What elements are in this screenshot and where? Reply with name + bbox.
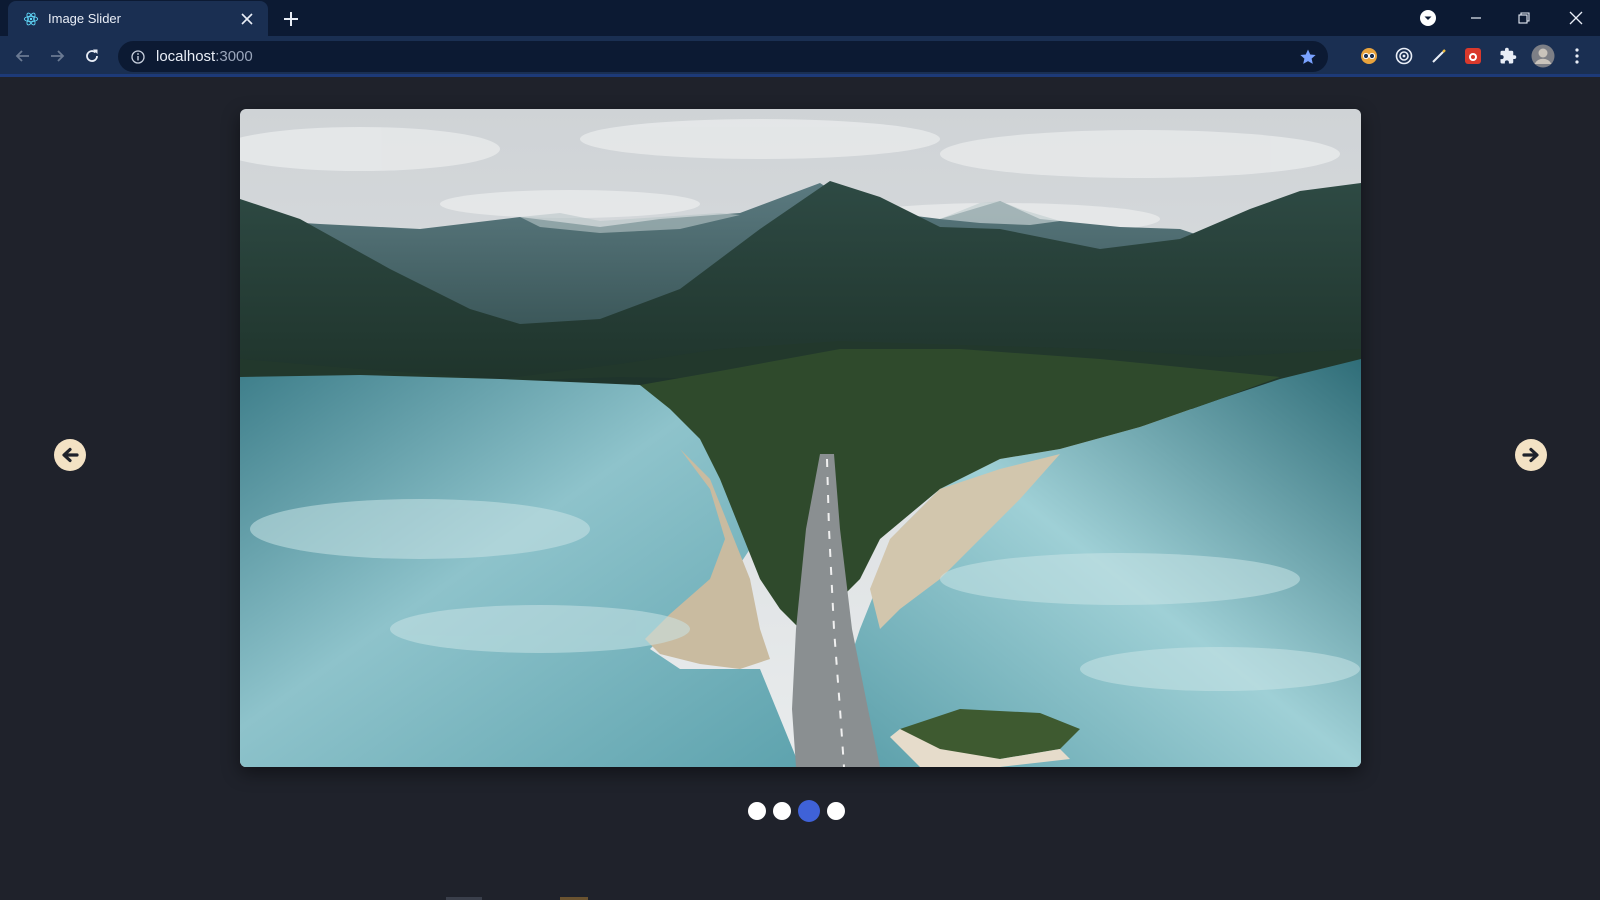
- slide-dot[interactable]: [826, 802, 845, 820]
- minimize-icon[interactable]: [1452, 0, 1500, 36]
- back-icon[interactable]: [10, 43, 36, 69]
- avatar[interactable]: [1530, 43, 1556, 69]
- slide-dot[interactable]: [747, 802, 766, 820]
- reload-icon[interactable]: [79, 43, 105, 69]
- address-bar[interactable]: localhost:3000: [118, 41, 1328, 72]
- site-info-icon[interactable]: [130, 49, 146, 65]
- restore-icon[interactable]: [1500, 0, 1548, 36]
- extension-pen-icon[interactable]: [1428, 45, 1450, 67]
- extensions-puzzle-icon[interactable]: [1497, 45, 1519, 67]
- slide-image: [240, 109, 1361, 767]
- slide-dot-active[interactable]: [797, 800, 820, 822]
- arrow-left-circle-icon: [62, 447, 79, 463]
- prev-slide-button[interactable]: [54, 439, 86, 471]
- new-tab-button[interactable]: [280, 8, 302, 30]
- forward-icon[interactable]: [44, 43, 70, 69]
- arrow-right-circle-icon: [1522, 447, 1539, 463]
- tab-title: Image Slider: [48, 11, 121, 26]
- close-window-icon[interactable]: [1552, 0, 1600, 36]
- browser-menu-icon[interactable]: [1566, 45, 1588, 67]
- close-tab-icon[interactable]: [238, 10, 256, 28]
- slide-indicators: [0, 800, 1600, 822]
- browser-toolbar: localhost:3000: [0, 36, 1600, 77]
- extension-target-icon[interactable]: [1393, 45, 1415, 67]
- url-text: localhost:3000: [156, 48, 253, 65]
- dot-group: [747, 800, 845, 822]
- react-icon: [22, 10, 40, 28]
- browser-tab[interactable]: Image Slider: [8, 1, 268, 36]
- slide-dot[interactable]: [772, 802, 791, 820]
- browser-tab-strip: Image Slider: [0, 0, 1600, 36]
- profile-menu-icon[interactable]: [1404, 0, 1452, 36]
- url-host: localhost: [156, 48, 216, 65]
- extension-glasses-icon[interactable]: [1358, 45, 1380, 67]
- bookmark-star-icon[interactable]: [1298, 47, 1318, 67]
- next-slide-button[interactable]: [1515, 439, 1547, 471]
- url-port: :3000: [215, 48, 253, 65]
- extension-red-icon[interactable]: [1462, 45, 1484, 67]
